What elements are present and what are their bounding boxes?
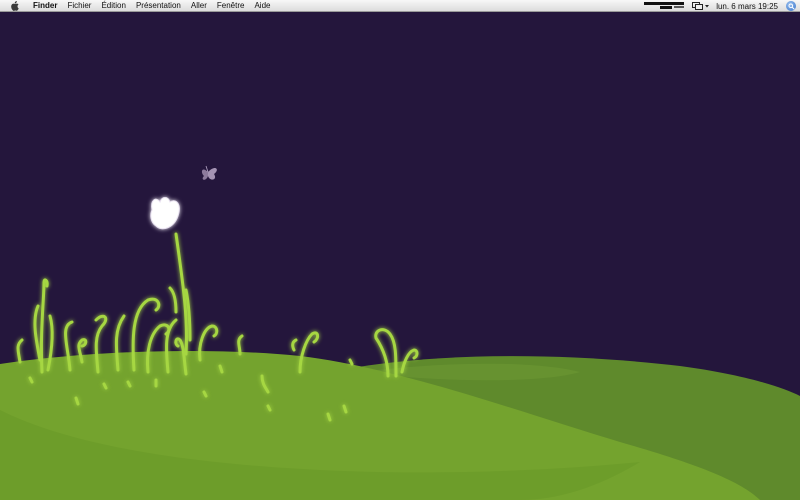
apple-menu-icon[interactable]	[10, 0, 20, 11]
battery-meter-icon[interactable]	[644, 2, 686, 10]
desktop-screen: Finder Fichier Édition Présentation Alle…	[0, 0, 800, 500]
spotlight-icon[interactable]	[786, 1, 796, 11]
menu-aide[interactable]: Aide	[249, 0, 275, 12]
menu-bar: Finder Fichier Édition Présentation Alle…	[0, 0, 800, 12]
menu-extras: lun. 6 mars 19:25	[644, 0, 800, 12]
display-mirroring-icon[interactable]	[692, 2, 710, 10]
menu-fichier[interactable]: Fichier	[62, 0, 96, 12]
menu-presentation[interactable]: Présentation	[131, 0, 186, 12]
menu-fenetre[interactable]: Fenêtre	[212, 0, 250, 12]
menu-clock[interactable]: lun. 6 mars 19:25	[716, 2, 778, 11]
menu-aller[interactable]: Aller	[186, 0, 212, 12]
menu-finder[interactable]: Finder	[28, 0, 62, 12]
menu-edition[interactable]: Édition	[96, 0, 130, 12]
desktop-wallpaper	[0, 12, 800, 500]
